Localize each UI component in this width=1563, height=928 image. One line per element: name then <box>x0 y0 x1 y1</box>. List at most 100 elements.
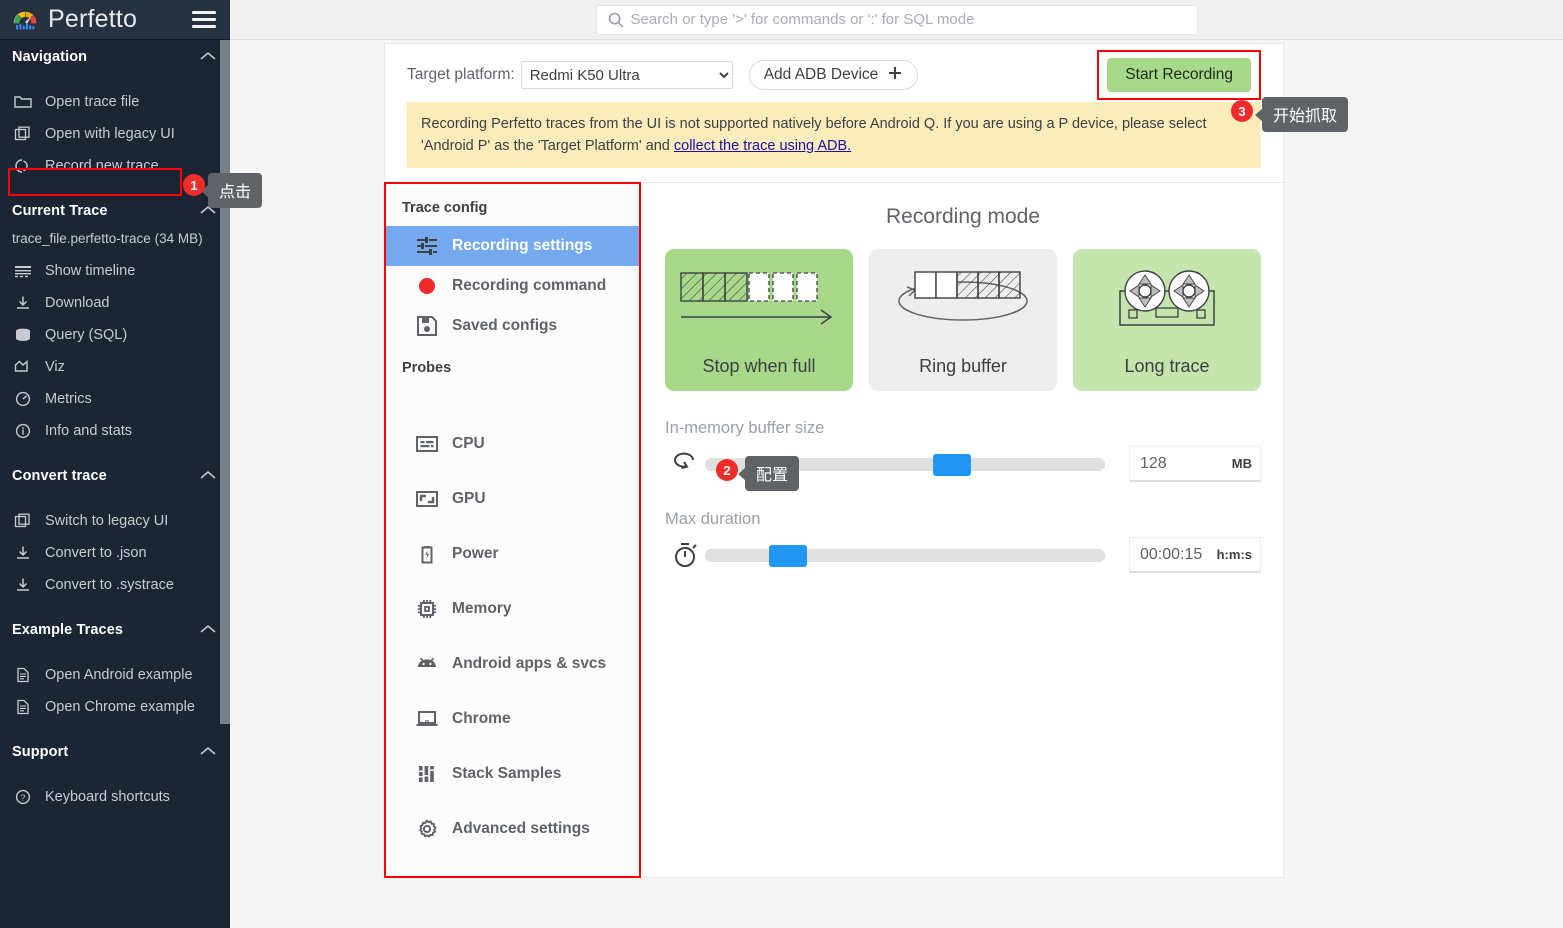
target-platform-select[interactable]: Redmi K50 Ultra <box>520 61 733 89</box>
add-adb-device-button[interactable]: Add ADB Device <box>748 60 919 90</box>
chevron-up-icon[interactable] <box>200 744 216 760</box>
max-duration-slider[interactable] <box>705 544 1105 567</box>
recording-mode-ring-buffer[interactable]: Ring buffer <box>869 249 1057 392</box>
probe-item-stack-samples[interactable]: Stack Samples <box>386 746 639 801</box>
max-duration-unit: h:m:s <box>1216 547 1252 563</box>
buffer-size-value-box[interactable]: 128 MB <box>1129 446 1261 483</box>
probe-item-gpu[interactable]: GPU <box>386 471 639 526</box>
start-recording-highlight: Start Recording <box>1097 50 1261 100</box>
search-input[interactable] <box>628 10 1187 29</box>
document-icon <box>14 665 36 685</box>
sidebar-scrollbar[interactable] <box>220 40 230 724</box>
sidebar-item-download[interactable]: Download <box>0 287 230 319</box>
omnibox[interactable] <box>595 4 1198 35</box>
tune-icon <box>414 235 440 257</box>
section-title-label: Example Traces <box>12 622 124 638</box>
chevron-up-icon[interactable] <box>200 49 216 65</box>
sidebar-section-current-trace[interactable]: Current Trace <box>0 194 230 228</box>
sidebar-item-label: Record new trace <box>45 158 159 174</box>
trace-config-item-recording-command[interactable]: Recording command <box>386 266 639 306</box>
probe-item-power[interactable]: Power <box>386 526 639 581</box>
record-icon <box>14 156 36 176</box>
max-duration-label: Max duration <box>665 510 761 529</box>
sidebar-item-label: Convert to .json <box>45 545 147 561</box>
sidebar-item-label: Viz <box>45 359 65 375</box>
save-icon <box>414 315 440 337</box>
sidebar-item-convert-to-systrace[interactable]: Convert to .systrace <box>0 569 230 601</box>
record-body: Trace config Recording settings Recordin… <box>384 182 1284 879</box>
top-bar <box>230 0 1563 40</box>
record-page: Target platform: Redmi K50 Ultra Add ADB… <box>384 43 1284 879</box>
sidebar-item-label: Download <box>45 295 110 311</box>
trace-config-item-label: Recording command <box>452 277 607 295</box>
sidebar-item-label: Open with legacy UI <box>45 126 175 142</box>
probe-item-label: Android apps & svcs <box>452 654 607 672</box>
database-icon <box>14 325 36 345</box>
trace-config-heading: Trace config <box>402 200 488 217</box>
probe-item-advanced-settings[interactable]: Advanced settings <box>386 801 639 856</box>
recording-mode-label: Long trace <box>1124 356 1210 377</box>
max-duration-value-box[interactable]: 00:00:15 h:m:s <box>1129 537 1261 574</box>
gpu-icon <box>414 488 440 510</box>
perfetto-logo-icon <box>10 5 40 35</box>
sidebar-section-navigation[interactable]: Navigation <box>0 40 230 74</box>
section-title-label: Navigation <box>12 49 88 65</box>
recording-mode-long-trace[interactable]: Long trace <box>1073 249 1261 392</box>
callout-tooltip-1: 点击 <box>208 173 263 208</box>
recording-mode-stop-when-full[interactable]: Stop when full <box>665 249 853 392</box>
probe-item-label: GPU <box>452 489 486 507</box>
sidebar-item-metrics[interactable]: Metrics <box>0 383 230 415</box>
sidebar-item-viz[interactable]: Viz <box>0 351 230 383</box>
sidebar-item-label: Info and stats <box>45 423 133 439</box>
download-icon <box>14 293 36 313</box>
chevron-up-icon[interactable] <box>200 622 216 638</box>
trace-config-panel: Trace config Recording settings Recordin… <box>384 182 641 879</box>
buffer-size-value: 128 <box>1140 454 1167 472</box>
download-icon <box>14 575 36 595</box>
sidebar-item-query-sql[interactable]: Query (SQL) <box>0 319 230 351</box>
buffer-size-slider-thumb[interactable] <box>933 453 971 476</box>
speedometer-icon <box>14 389 36 409</box>
probe-item-cpu[interactable]: CPU <box>386 416 639 471</box>
probe-item-android-apps-svcs[interactable]: Android apps & svcs <box>386 636 639 691</box>
hamburger-icon[interactable] <box>192 7 216 32</box>
sidebar-section-support[interactable]: Support <box>0 735 230 769</box>
copy-icon <box>14 511 36 531</box>
sidebar-item-open-android-example[interactable]: Open Android example <box>0 659 230 691</box>
probe-item-chrome[interactable]: Chrome <box>386 691 639 746</box>
trace-config-item-recording-settings[interactable]: Recording settings <box>386 226 639 267</box>
callout-tooltip-2: 配置 <box>745 456 800 491</box>
sidebar-item-open-with-legacy-ui[interactable]: Open with legacy UI <box>0 118 230 150</box>
target-platform-row: Target platform: Redmi K50 Ultra Add ADB… <box>407 50 1261 100</box>
trace-config-item-label: Saved configs <box>452 317 558 335</box>
sidebar-item-info-and-stats[interactable]: Info and stats <box>0 415 230 447</box>
trace-config-item-saved-configs[interactable]: Saved configs <box>386 306 639 346</box>
buffer-size-unit: MB <box>1231 456 1252 472</box>
timeline-icon <box>14 261 36 281</box>
info-icon <box>14 421 36 441</box>
chart-icon <box>14 357 36 377</box>
chevron-up-icon[interactable] <box>200 468 216 484</box>
sidebar-section-example-traces[interactable]: Example Traces <box>0 613 230 647</box>
probe-item-memory[interactable]: Memory <box>386 581 639 636</box>
collect-trace-adb-link[interactable]: collect the trace using ADB. <box>674 138 851 154</box>
folder-open-icon <box>14 92 36 112</box>
start-recording-button[interactable]: Start Recording <box>1107 58 1251 92</box>
memory-chip-icon <box>414 598 440 620</box>
current-trace-filename: trace_file.perfetto-trace (34 MB) <box>12 231 203 246</box>
sidebar-item-open-chrome-example[interactable]: Open Chrome example <box>0 691 230 723</box>
probe-item-label: Chrome <box>452 709 511 727</box>
callout-badge-2: 2 <box>716 459 738 481</box>
section-title-label: Current Trace <box>12 203 108 219</box>
max-duration-slider-thumb[interactable] <box>769 544 807 567</box>
recording-warning-banner: Recording Perfetto traces from the UI is… <box>407 102 1261 169</box>
sidebar-section-convert-trace[interactable]: Convert trace <box>0 459 230 493</box>
sidebar-item-keyboard-shortcuts[interactable]: ? Keyboard shortcuts <box>0 781 230 813</box>
sidebar-item-switch-to-legacy-ui[interactable]: Switch to legacy UI <box>0 505 230 537</box>
sidebar-item-convert-to-json[interactable]: Convert to .json <box>0 537 230 569</box>
sidebar-item-open-trace-file[interactable]: Open trace file <box>0 86 230 118</box>
probe-item-label: Power <box>452 544 499 562</box>
sidebar-item-show-timeline[interactable]: Show timeline <box>0 255 230 287</box>
callout-badge-3: 3 <box>1231 100 1253 122</box>
